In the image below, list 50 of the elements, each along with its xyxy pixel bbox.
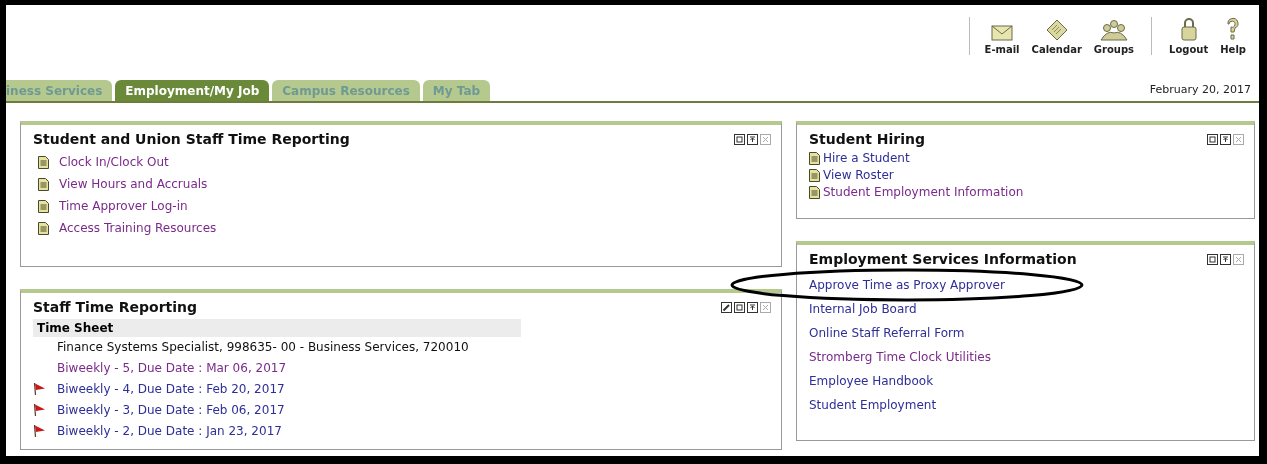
toolbar-link[interactable]: E-mail xyxy=(981,25,1023,55)
document-icon xyxy=(809,151,820,165)
toolbar-link[interactable]: Help xyxy=(1217,17,1249,55)
toolbar-link[interactable]: Logout xyxy=(1166,17,1212,55)
people-group-icon xyxy=(1098,19,1129,41)
panel-title: Student and Union Staff Time Reporting xyxy=(33,131,350,147)
panel-title: Employment Services Information xyxy=(809,251,1077,267)
portlet-link[interactable]: Time Approver Log-in xyxy=(59,199,188,213)
document-icon xyxy=(809,185,820,199)
timesheet-link[interactable]: Biweekly - 3, Due Date : Feb 06, 2017 xyxy=(57,402,285,417)
document-icon xyxy=(38,221,49,235)
maximize-icon[interactable] xyxy=(734,133,745,145)
panel-title: Student Hiring xyxy=(809,131,925,147)
document-icon xyxy=(38,199,49,213)
tab[interactable]: Employment/My Job xyxy=(115,80,270,101)
portlet-link[interactable]: View Roster xyxy=(823,168,894,182)
edit-icon[interactable] xyxy=(721,301,732,313)
portlet-link[interactable]: View Hours and Accruals xyxy=(59,177,208,191)
portlet-link[interactable]: Access Training Resources xyxy=(59,221,217,235)
portlet-link[interactable]: Clock In/Clock Out xyxy=(59,155,169,169)
document-icon xyxy=(38,177,49,191)
envelope-icon xyxy=(991,25,1014,41)
portlet-link[interactable]: Stromberg Time Clock Utilities xyxy=(809,350,991,364)
maximize-icon[interactable] xyxy=(1207,253,1218,265)
portlet-link[interactable]: Employee Handbook xyxy=(809,374,934,388)
panel-title: Staff Time Reporting xyxy=(33,299,198,315)
toolbar-link[interactable]: Calendar xyxy=(1028,19,1085,55)
padlock-icon xyxy=(1179,17,1198,41)
document-icon xyxy=(38,155,49,169)
timesheet-link[interactable]: Biweekly - 4, Due Date : Feb 20, 2017 xyxy=(57,381,285,396)
portlet-link[interactable]: Hire a Student xyxy=(823,151,910,165)
document-icon xyxy=(809,168,820,182)
section-header: Time Sheet xyxy=(33,319,521,337)
minimize-icon[interactable] xyxy=(747,133,758,145)
minimize-icon[interactable] xyxy=(1220,133,1231,145)
minimize-icon[interactable] xyxy=(1220,253,1231,265)
portlet-link[interactable]: Online Staff Referral Form xyxy=(809,326,965,340)
portlet-link[interactable]: Student Employment Information xyxy=(823,185,1024,199)
timesheet-link[interactable]: Biweekly - 2, Due Date : Jan 23, 2017 xyxy=(57,423,282,438)
portlet-link[interactable]: Student Employment xyxy=(809,398,937,412)
maximize-icon[interactable] xyxy=(1207,133,1218,145)
question-mark-icon xyxy=(1225,17,1242,41)
portlet-link[interactable]: Internal Job Board xyxy=(809,302,917,316)
minimize-icon[interactable] xyxy=(747,301,758,313)
maximize-icon[interactable] xyxy=(734,301,745,313)
timesheet-link[interactable]: Biweekly - 5, Due Date : Mar 06, 2017 xyxy=(57,360,287,375)
date-label: February 20, 2017 xyxy=(1149,83,1252,98)
calendar-icon xyxy=(1045,19,1068,41)
job-description: Finance Systems Specialist, 998635- 00 - Business Services, 720010 xyxy=(56,339,470,356)
toolbar-link[interactable]: Groups xyxy=(1090,19,1138,55)
